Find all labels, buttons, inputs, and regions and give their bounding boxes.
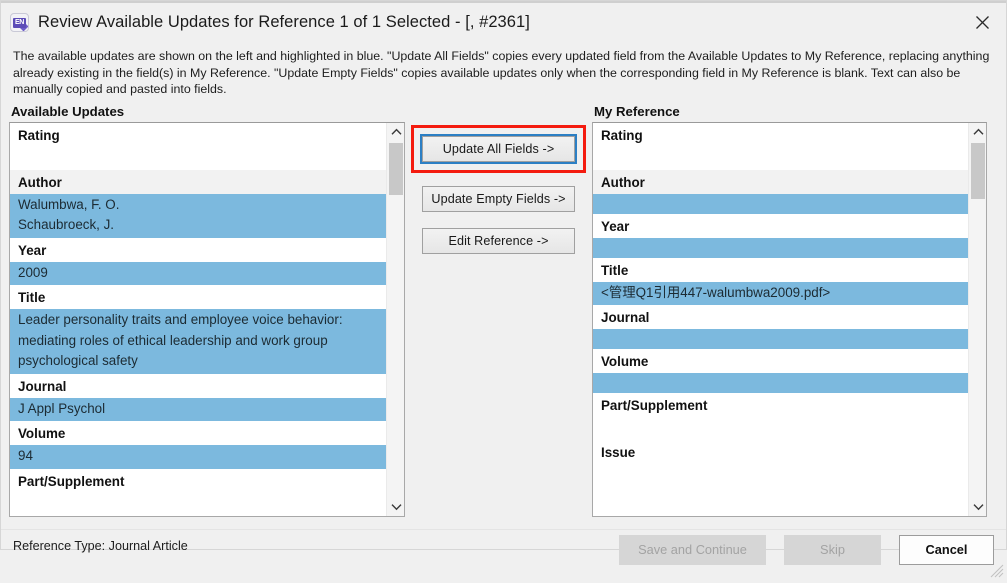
available-updates-list[interactable]: Rating Author Walumbwa, F. O. Schaubroeck,… [9, 121, 405, 517]
title-bar: EN Review Available Updates for Referenc… [1, 1, 1006, 41]
field-value[interactable]: Leader personality traits and employee v… [10, 309, 386, 374]
field-label: Journal [593, 305, 968, 330]
scroll-up-icon[interactable] [387, 123, 404, 141]
my-reference-fields: Rating Author Year Title <管理Q1引用447-walumbwa… [593, 122, 968, 516]
dialog-footer: Reference Type: Journal Article Save and… [1, 528, 1006, 579]
available-updates-column: Available Updates Rating Author Walumbwa, … [9, 98, 405, 529]
field-label: Author [593, 169, 968, 194]
field-label: Volume [10, 421, 386, 446]
dialog-window: EN Review Available Updates for Referenc… [0, 0, 1007, 578]
my-reference-header: My Reference [594, 103, 680, 119]
field-value[interactable] [593, 464, 968, 488]
field-row: Title Leader personality traits and emplo… [10, 285, 386, 374]
field-row: Rating [593, 122, 968, 170]
field-row: Rating [10, 122, 386, 170]
resize-grip-icon[interactable] [990, 564, 1004, 578]
field-row: Part/Supplement [593, 393, 968, 441]
field-label: Author [10, 169, 386, 194]
available-updates-scrollbar[interactable] [386, 122, 404, 516]
field-value[interactable] [593, 417, 968, 441]
field-row: Year 2009 [10, 237, 386, 286]
field-value[interactable] [593, 237, 968, 258]
field-value[interactable] [593, 329, 968, 350]
field-row: Volume 94 [10, 421, 386, 469]
close-icon[interactable] [959, 1, 1006, 43]
field-value[interactable]: Walumbwa, F. O. Schaubroeck, J. [10, 193, 386, 238]
scroll-thumb[interactable] [971, 142, 985, 199]
field-value[interactable] [10, 492, 386, 516]
my-reference-list[interactable]: Rating Author Year Title <管理Q1引用447-walumbwa… [592, 121, 987, 517]
field-value[interactable] [593, 193, 968, 214]
field-value[interactable]: J Appl Psychol [10, 397, 386, 422]
action-button-stack: Update All Fields -> Update Empty Fields… [405, 98, 592, 254]
field-label: Volume [593, 349, 968, 374]
update-all-fields-annotation: Update All Fields -> [411, 124, 586, 173]
field-row: Volume [593, 349, 968, 394]
field-label: Rating [10, 122, 386, 147]
field-label: Year [593, 213, 968, 238]
scroll-up-icon[interactable] [969, 123, 986, 141]
field-label: Issue [593, 440, 968, 465]
available-updates-fields: Rating Author Walumbwa, F. O. Schaubroeck,… [10, 122, 386, 516]
field-value[interactable] [593, 146, 968, 170]
field-label: Rating [593, 122, 968, 147]
instructions-text: The available updates are shown on the l… [13, 49, 990, 97]
field-row: Author Walumbwa, F. O. Schaubroeck, J. [10, 169, 386, 238]
field-value[interactable]: <管理Q1引用447-walumbwa2009.pdf> [593, 281, 968, 306]
field-value[interactable]: 2009 [10, 261, 386, 286]
my-reference-column: My Reference Rating Author Year Title <管理Q1引… [592, 98, 987, 529]
update-all-fields-button[interactable]: Update All Fields -> [420, 133, 577, 164]
field-value[interactable] [10, 146, 386, 170]
window-title: Review Available Updates for Reference 1… [38, 12, 530, 31]
field-label: Journal [10, 373, 386, 398]
available-updates-header: Available Updates [11, 103, 125, 119]
field-row: Journal [593, 305, 968, 350]
scroll-down-icon[interactable] [387, 498, 404, 516]
field-label: Title [593, 257, 968, 282]
field-value[interactable] [593, 373, 968, 394]
comparison-area: Available Updates Rating Author Walumbwa, … [1, 98, 1006, 529]
reference-type-label: Reference Type: Journal Article [13, 538, 188, 553]
field-row: Year [593, 213, 968, 258]
field-value[interactable]: 94 [10, 445, 386, 469]
field-row: Part/Supplement [10, 468, 386, 516]
edit-reference-button[interactable]: Edit Reference -> [422, 227, 575, 254]
update-empty-fields-button[interactable]: Update Empty Fields -> [422, 185, 575, 212]
scroll-down-icon[interactable] [969, 498, 986, 516]
field-row: Title <管理Q1引用447-walumbwa2009.pdf> [593, 257, 968, 306]
my-reference-scrollbar[interactable] [968, 122, 986, 516]
field-label: Title [10, 285, 386, 310]
field-label: Part/Supplement [10, 468, 386, 493]
action-buttons-column: Update All Fields -> Update Empty Fields… [405, 98, 592, 529]
endnote-icon-label: EN [13, 17, 26, 28]
field-label: Year [10, 237, 386, 262]
field-label: Part/Supplement [593, 393, 968, 418]
field-row: Journal J Appl Psychol [10, 373, 386, 422]
field-row: Issue [593, 440, 968, 488]
endnote-icon: EN [10, 12, 29, 32]
field-row: Author [593, 169, 968, 214]
scroll-thumb[interactable] [389, 142, 403, 195]
